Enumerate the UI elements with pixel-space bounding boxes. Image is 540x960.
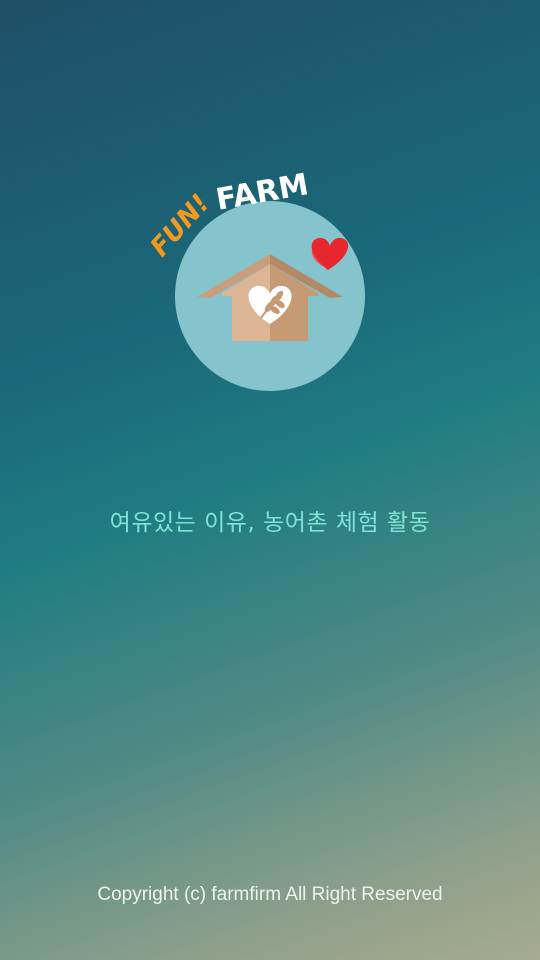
copyright-notice: Copyright (c) farmfirm All Right Reserve… (97, 884, 443, 905)
app-logo: FUN! FARM (140, 160, 400, 400)
app-tagline: 여유있는 이유, 농어촌 체험 활동 (109, 510, 431, 536)
